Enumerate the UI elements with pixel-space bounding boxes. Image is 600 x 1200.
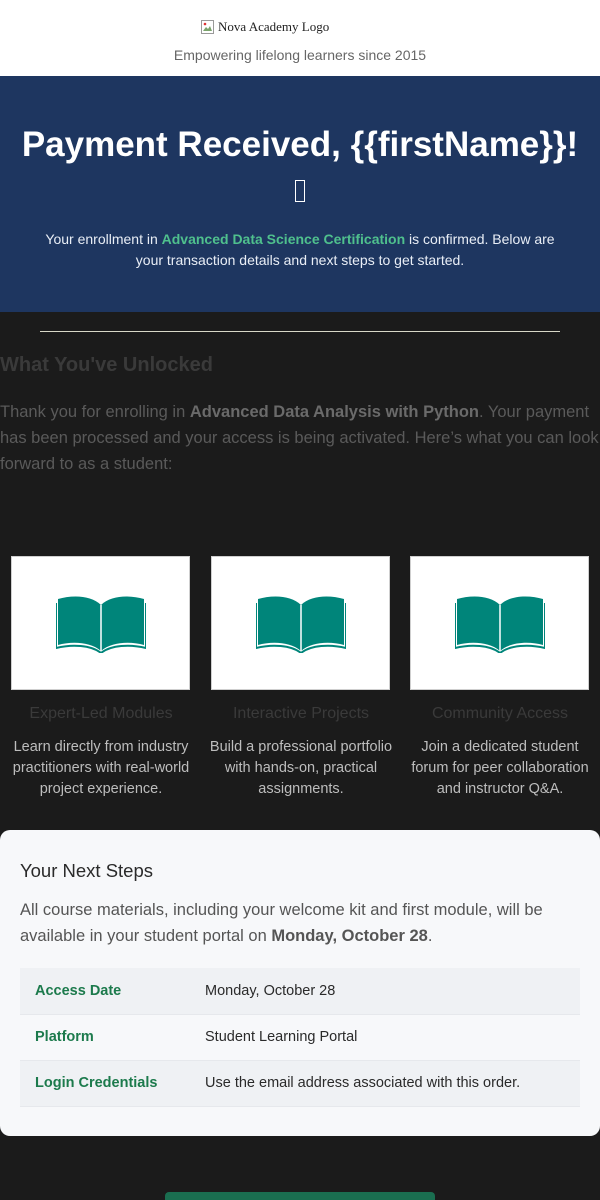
feature-card: Expert-Led Modules Learn directly from i… (11, 556, 191, 797)
next-steps-panel: Your Next Steps All course materials, in… (0, 830, 600, 1136)
hero-title: Payment Received, {{firstName}}! (21, 125, 579, 164)
table-row: Access Date Monday, October 28 (20, 968, 580, 1015)
hero-course-name: Advanced Data Science Certification (161, 231, 406, 247)
row-label: Login Credentials (20, 1060, 190, 1107)
feature-card: Community Access Join a dedicated studen… (410, 556, 590, 797)
open-book-icon (454, 596, 545, 653)
missing-glyph-icon (0, 180, 600, 209)
feature-description: Build a professional portfolio with hand… (209, 739, 393, 797)
unlocked-text-pre: Thank you for enrolling in (0, 403, 190, 421)
hero-message-pre: Your enrollment in (45, 231, 162, 247)
feature-card: Interactive Projects Build a professiona… (210, 556, 392, 797)
broken-image-icon (200, 19, 216, 35)
next-steps-intro-post: . (427, 927, 433, 945)
feature-image (11, 556, 190, 690)
next-steps-intro: All course materials, including your wel… (20, 897, 580, 949)
hero-banner: Payment Received, {{firstName}}! Your en… (0, 76, 600, 312)
row-label: Platform (20, 1014, 190, 1061)
open-book-icon (55, 596, 146, 653)
unlocked-title: What You've Unlocked (0, 354, 213, 376)
hero-message: Your enrollment in Advanced Data Science… (40, 229, 560, 271)
email-header: Nova Academy Logo Empowering lifelong le… (0, 0, 600, 76)
table-row: Platform Student Learning Portal (20, 1014, 580, 1061)
cta-button[interactable] (165, 1192, 435, 1200)
row-value: Student Learning Portal (190, 1014, 580, 1061)
divider (40, 331, 560, 332)
unlocked-course-name: Advanced Data Analysis with Python (189, 403, 479, 421)
feature-title: Interactive Projects (232, 705, 370, 722)
tagline: Empowering lifelong learners since 2015 (173, 47, 427, 63)
unlocked-text: Thank you for enrolling in Advanced Data… (0, 399, 600, 477)
open-book-icon (255, 596, 346, 653)
feature-title: Community Access (431, 705, 569, 722)
details-table: Access Date Monday, October 28 Platform … (20, 968, 580, 1107)
feature-image (211, 556, 390, 690)
next-steps-intro-date: Monday, October 28 (271, 927, 428, 945)
row-value: Monday, October 28 (190, 968, 580, 1015)
table-row: Login Credentials Use the email address … (20, 1060, 580, 1107)
feature-image (410, 556, 589, 690)
row-value: Use the email address associated with th… (190, 1060, 580, 1107)
feature-description: Join a dedicated student forum for peer … (411, 739, 589, 797)
next-steps-title: Your Next Steps (20, 860, 154, 881)
feature-title: Expert-Led Modules (29, 705, 173, 722)
row-label: Access Date (20, 968, 190, 1015)
logo: Nova Academy Logo (200, 19, 329, 35)
logo-alt-text: Nova Academy Logo (218, 19, 330, 34)
feature-description: Learn directly from industry practitione… (12, 739, 190, 797)
